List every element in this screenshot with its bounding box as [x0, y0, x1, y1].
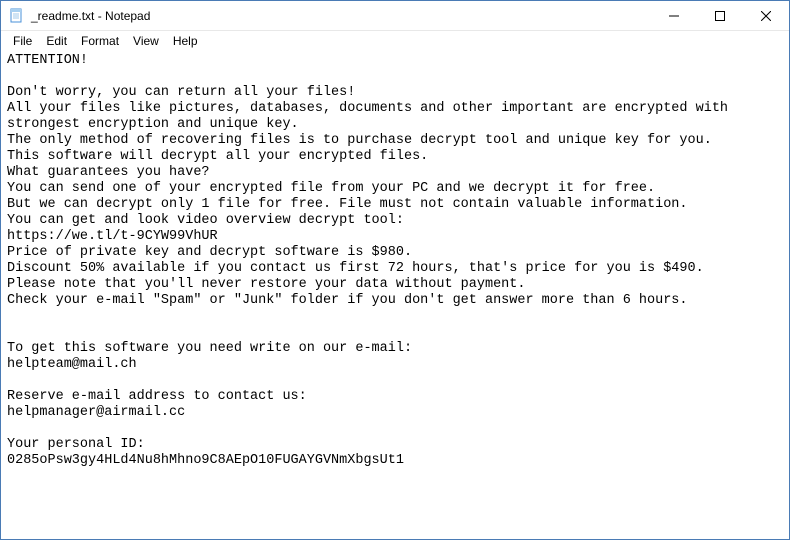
menu-view[interactable]: View	[127, 33, 165, 49]
menu-edit[interactable]: Edit	[40, 33, 73, 49]
window-controls	[651, 1, 789, 30]
menu-file[interactable]: File	[7, 33, 38, 49]
titlebar: _readme.txt - Notepad	[1, 1, 789, 31]
minimize-button[interactable]	[651, 1, 697, 30]
text-area[interactable]: ATTENTION! Don't worry, you can return a…	[1, 51, 789, 539]
menubar: File Edit Format View Help	[1, 31, 789, 51]
menu-format[interactable]: Format	[75, 33, 125, 49]
notepad-window: _readme.txt - Notepad File Edit Format V…	[0, 0, 790, 540]
window-title: _readme.txt - Notepad	[31, 9, 651, 23]
notepad-icon	[9, 8, 25, 24]
menu-help[interactable]: Help	[167, 33, 204, 49]
close-button[interactable]	[743, 1, 789, 30]
maximize-button[interactable]	[697, 1, 743, 30]
